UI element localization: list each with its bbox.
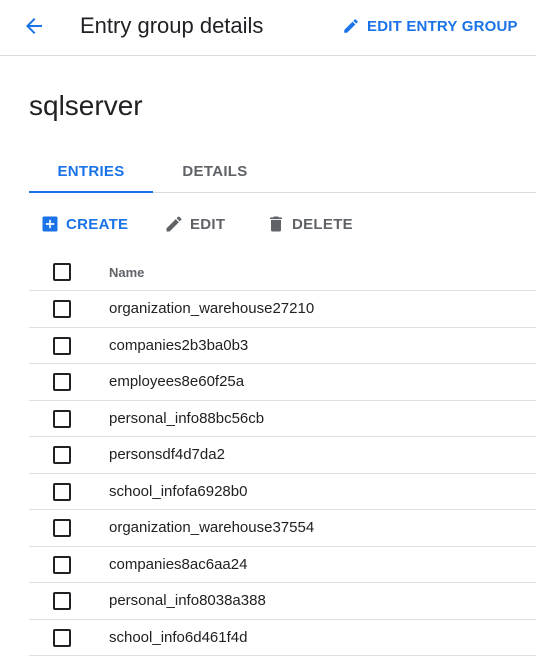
table-row[interactable]: companies8ac6aa24 xyxy=(29,547,536,583)
entry-name[interactable]: organization_warehouse27210 xyxy=(109,291,314,327)
tab-entries[interactable]: ENTRIES xyxy=(29,150,153,193)
table-row[interactable]: employees8e60f25a xyxy=(29,364,536,401)
row-checkbox[interactable] xyxy=(53,409,71,428)
entries-table: Name organization_warehouse27210 compani… xyxy=(29,254,536,656)
row-checkbox[interactable] xyxy=(53,482,71,501)
row-checkbox[interactable] xyxy=(53,373,71,391)
table-header-row: Name xyxy=(29,254,536,291)
table-row[interactable]: school_infofa6928b0 xyxy=(29,474,536,510)
column-header-name: Name xyxy=(109,264,145,280)
row-checkbox[interactable] xyxy=(53,519,71,537)
row-checkbox[interactable] xyxy=(53,628,71,647)
entry-name[interactable]: organization_warehouse37554 xyxy=(109,510,314,546)
entries-toolbar: CREATE EDIT DELETE xyxy=(0,208,536,240)
back-button[interactable] xyxy=(20,12,48,40)
entry-name[interactable]: companies2b3ba0b3 xyxy=(109,328,248,364)
table-row[interactable]: personsdf4d7da2 xyxy=(29,437,536,474)
table-row[interactable]: personal_info88bc56cb xyxy=(29,401,536,437)
arrow-back-icon xyxy=(26,18,42,34)
entry-name[interactable]: school_infofa6928b0 xyxy=(109,474,247,510)
table-row[interactable]: organization_warehouse37554 xyxy=(29,510,536,547)
table-row[interactable]: companies2b3ba0b3 xyxy=(29,328,536,364)
row-checkbox[interactable] xyxy=(53,555,71,574)
row-checkbox[interactable] xyxy=(53,336,71,355)
table-row[interactable]: organization_warehouse27210 xyxy=(29,291,536,328)
create-button[interactable]: CREATE xyxy=(40,208,128,240)
add-box-icon xyxy=(40,214,60,234)
edit-label: EDIT xyxy=(190,215,226,233)
entry-name[interactable]: employees8e60f25a xyxy=(109,364,244,400)
trash-icon xyxy=(266,214,286,234)
top-app-bar: Entry group details EDIT ENTRY GROUP xyxy=(0,0,536,56)
entry-name[interactable]: personal_info8038a388 xyxy=(109,583,266,619)
row-checkbox[interactable] xyxy=(53,300,71,318)
edit-button[interactable]: EDIT xyxy=(164,208,225,240)
tab-details[interactable]: DETAILS xyxy=(153,150,277,192)
header-title: Entry group details xyxy=(80,13,264,38)
page-title: sqlserver xyxy=(29,90,143,121)
table-row[interactable]: personal_info8038a388 xyxy=(29,583,536,620)
entry-name[interactable]: school_info6d461f4d xyxy=(109,620,247,656)
entry-name[interactable]: personal_info88bc56cb xyxy=(109,401,264,437)
edit-entry-group-label: EDIT ENTRY GROUP xyxy=(367,17,518,35)
delete-label: DELETE xyxy=(292,215,353,233)
pencil-icon xyxy=(164,214,184,234)
row-checkbox[interactable] xyxy=(53,446,71,464)
table-row[interactable]: school_info6d461f4d xyxy=(29,620,536,656)
entry-name[interactable]: companies8ac6aa24 xyxy=(109,547,247,583)
select-all-checkbox[interactable] xyxy=(53,263,71,281)
delete-button[interactable]: DELETE xyxy=(266,208,353,240)
tab-bar: ENTRIES DETAILS xyxy=(29,150,536,193)
row-checkbox[interactable] xyxy=(53,592,71,610)
edit-entry-group-button[interactable]: EDIT ENTRY GROUP xyxy=(342,12,518,40)
pencil-icon xyxy=(342,17,360,35)
entry-name[interactable]: personsdf4d7da2 xyxy=(109,437,225,473)
create-label: CREATE xyxy=(66,215,129,233)
